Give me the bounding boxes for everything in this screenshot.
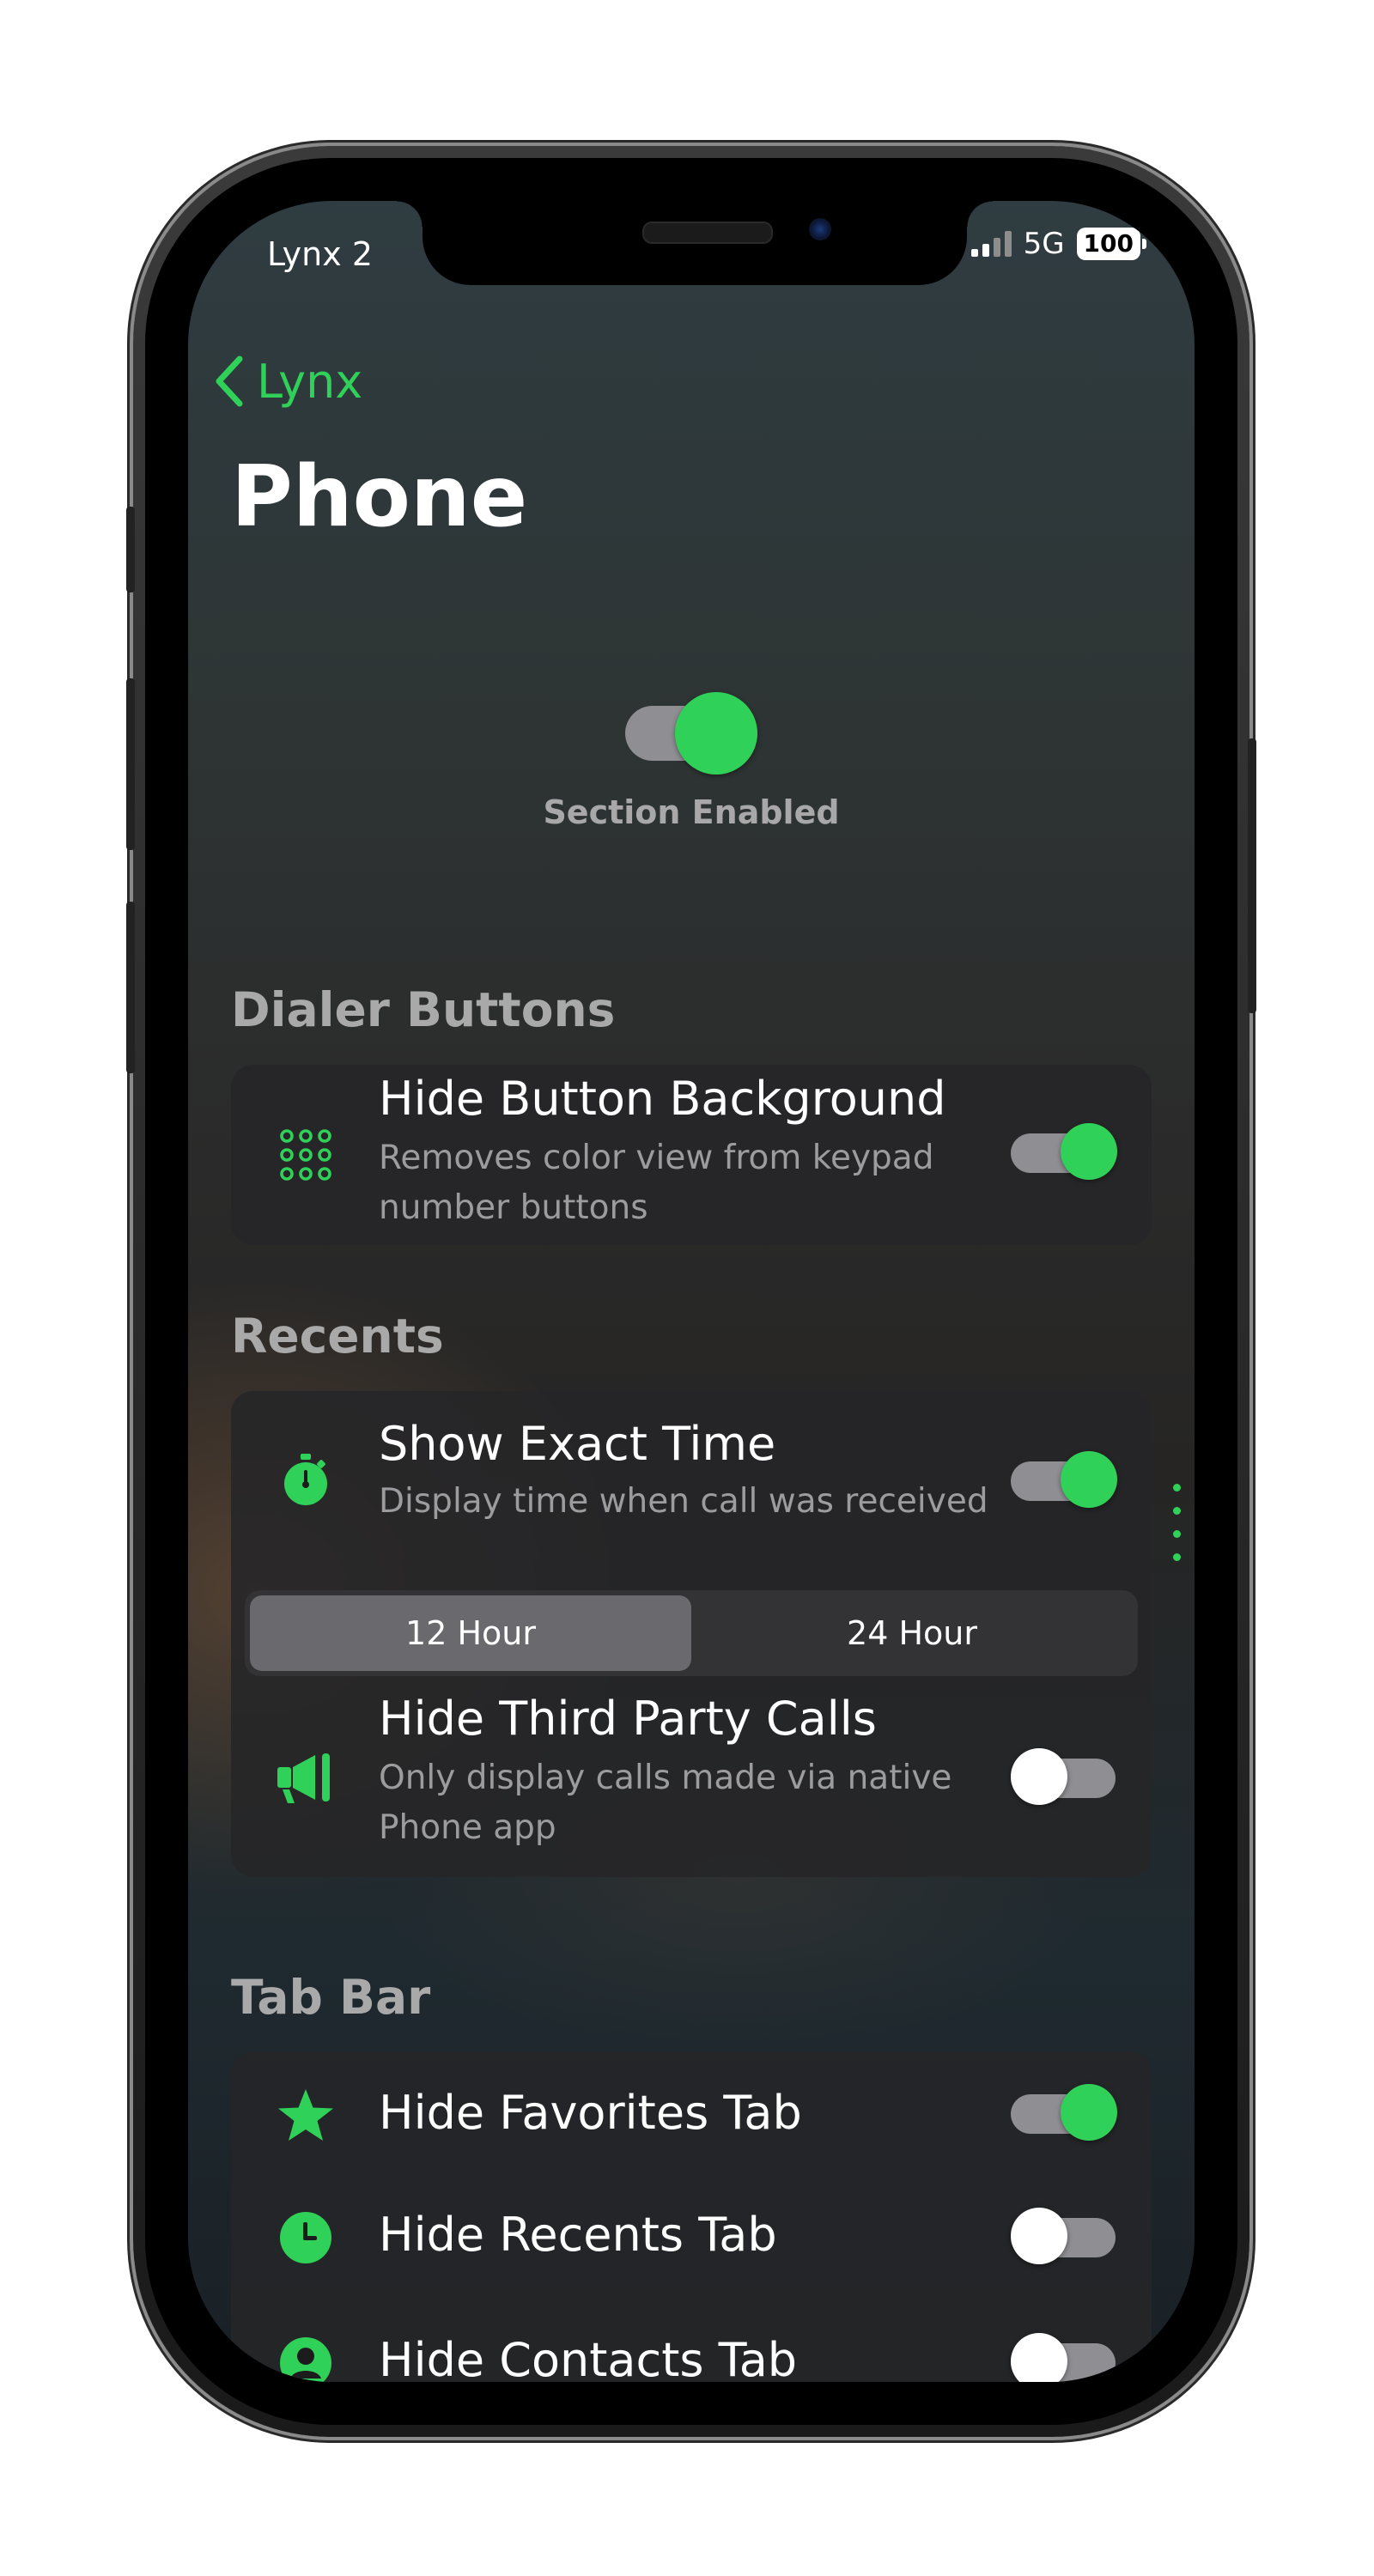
row-subtitle: Display time when call was received bbox=[379, 1482, 988, 1521]
show-exact-time-toggle[interactable] bbox=[1011, 1451, 1117, 1508]
row-title: Hide Contacts Tab bbox=[379, 2333, 798, 2382]
row-title: Hide Button Background bbox=[379, 1072, 946, 1126]
section-header-dialer: Dialer Buttons bbox=[231, 982, 616, 1037]
row-hide-recents-tab: Hide Recents Tab bbox=[231, 2180, 1152, 2309]
row-title: Hide Favorites Tab bbox=[379, 2086, 802, 2140]
scroll-indicator[interactable] bbox=[1173, 1484, 1181, 1561]
status-carrier: Lynx 2 bbox=[267, 235, 373, 273]
power-button bbox=[1248, 738, 1256, 1013]
person-icon bbox=[276, 2333, 336, 2382]
row-hide-contacts-tab: Hide Contacts Tab bbox=[231, 2306, 1152, 2382]
time-format-segmented-control: 12 Hour 24 Hour bbox=[245, 1590, 1138, 1676]
recents-card: Show Exact Time Display time when call w… bbox=[231, 1391, 1152, 1877]
star-icon bbox=[276, 2086, 336, 2146]
hide-contacts-tab-toggle[interactable] bbox=[1011, 2333, 1116, 2382]
mute-switch bbox=[126, 507, 135, 592]
notch bbox=[397, 201, 993, 285]
row-show-exact-time: Show Exact Time Display time when call w… bbox=[231, 1391, 1152, 1580]
speaker-grille bbox=[642, 222, 773, 244]
network-type: 5G bbox=[1023, 227, 1065, 261]
row-hide-third-party-calls: Hide Third Party Calls Only display call… bbox=[231, 1692, 1152, 1877]
segment-24-hour[interactable]: 24 Hour bbox=[691, 1595, 1133, 1671]
chevron-left-icon bbox=[216, 355, 243, 407]
row-subtitle: Removes color view from keypad number bu… bbox=[379, 1139, 934, 1227]
row-title: Show Exact Time bbox=[379, 1417, 776, 1471]
volume-up-button bbox=[126, 678, 135, 850]
row-subtitle: Only display calls made via native Phone… bbox=[379, 1759, 952, 1847]
row-title: Hide Recents Tab bbox=[379, 2208, 777, 2262]
section-enabled-label: Section Enabled bbox=[543, 793, 840, 831]
screen: Lynx 2 5G 100 Lynx Phone Section Enabled… bbox=[188, 201, 1195, 2382]
battery-level: 100 bbox=[1076, 228, 1140, 260]
row-hide-button-background: Hide Button Background Removes color vie… bbox=[231, 1065, 1152, 1245]
volume-down-button bbox=[126, 902, 135, 1073]
status-indicators: 5G 100 bbox=[970, 227, 1146, 261]
segment-12-hour[interactable]: 12 Hour bbox=[250, 1595, 691, 1671]
hide-favorites-tab-toggle[interactable] bbox=[1011, 2084, 1117, 2141]
back-label: Lynx bbox=[257, 354, 363, 409]
row-title: Hide Third Party Calls bbox=[379, 1692, 877, 1746]
clock-icon bbox=[276, 2208, 336, 2268]
hide-button-background-toggle[interactable] bbox=[1011, 1123, 1117, 1180]
row-hide-favorites-tab: Hide Favorites Tab bbox=[231, 2051, 1152, 2180]
hide-recents-tab-toggle[interactable] bbox=[1011, 2208, 1116, 2264]
section-header-recents: Recents bbox=[231, 1309, 444, 1364]
phone-frame: Lynx 2 5G 100 Lynx Phone Section Enabled… bbox=[126, 146, 1256, 2437]
hide-third-party-calls-toggle[interactable] bbox=[1011, 1748, 1116, 1805]
battery-icon: 100 bbox=[1076, 228, 1146, 260]
section-enabled-toggle[interactable] bbox=[625, 692, 757, 775]
section-header-tab-bar: Tab Bar bbox=[231, 1970, 431, 2025]
front-camera bbox=[809, 218, 831, 240]
dialer-card: Hide Button Background Removes color vie… bbox=[231, 1065, 1152, 1245]
back-button[interactable]: Lynx bbox=[212, 354, 362, 409]
tab-bar-card: Hide Favorites Tab Hide Recents Tab Hide… bbox=[231, 2051, 1152, 2382]
megaphone-icon bbox=[276, 1748, 336, 1808]
timer-icon bbox=[276, 1449, 336, 1510]
signal-icon bbox=[970, 231, 1012, 257]
page-title: Phone bbox=[231, 448, 528, 546]
keypad-icon bbox=[276, 1125, 336, 1185]
